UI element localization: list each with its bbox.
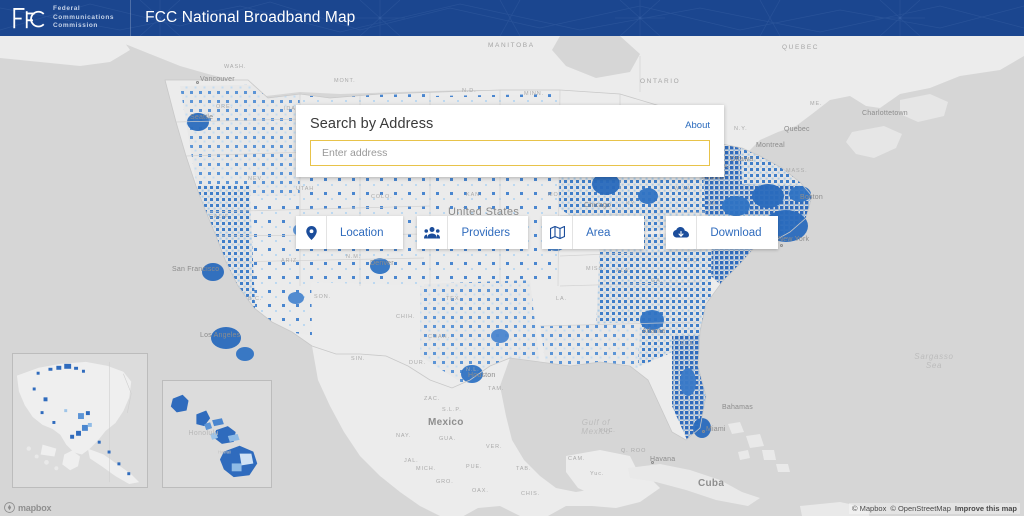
search-by-address-card: Search by Address About xyxy=(296,105,724,177)
broadband-map-app: Federal Communications Commission FCC Na… xyxy=(0,0,1024,516)
area-button-label: Area xyxy=(586,226,611,239)
inset-map-alaska[interactable] xyxy=(12,353,148,488)
fcc-logo-wordmark: Federal Communications Commission xyxy=(53,5,115,30)
mapbox-logo[interactable]: mapbox xyxy=(4,502,52,513)
about-link[interactable]: About xyxy=(685,120,710,131)
providers-button-label: Providers xyxy=(461,226,511,239)
download-button[interactable]: Download xyxy=(666,216,778,249)
mapbox-mark-icon xyxy=(4,502,15,513)
city-dot xyxy=(780,244,783,247)
fcc-logo-icon xyxy=(13,8,45,29)
map-icon xyxy=(542,216,574,249)
map-attribution: © Mapbox © OpenStreetMap Improve this ma… xyxy=(849,503,1020,514)
city-dot xyxy=(702,430,705,433)
city-dot xyxy=(651,461,654,464)
providers-button[interactable]: Providers xyxy=(417,216,529,249)
improve-this-map-link[interactable]: Improve this map xyxy=(955,504,1017,513)
app-header: Federal Communications Commission FCC Na… xyxy=(0,0,1024,36)
map-pin-icon xyxy=(296,216,327,249)
area-button[interactable]: Area xyxy=(542,216,645,249)
attribution-openstreetmap[interactable]: © OpenStreetMap xyxy=(890,504,951,513)
location-button-label: Location xyxy=(340,226,384,239)
location-button[interactable]: Location xyxy=(296,216,404,249)
download-button-label: Download xyxy=(710,226,762,239)
people-icon xyxy=(417,216,449,249)
cloud-download-icon xyxy=(666,216,698,249)
address-search-input[interactable] xyxy=(310,140,710,166)
fcc-logo[interactable]: Federal Communications Commission xyxy=(12,5,114,31)
map-action-buttons: Location Providers Area Download xyxy=(296,216,778,249)
header-divider xyxy=(130,0,132,36)
page-title: FCC National Broadband Map xyxy=(145,9,356,26)
attribution-mapbox[interactable]: © Mapbox xyxy=(852,504,886,513)
city-dot xyxy=(196,81,199,84)
svg-text:Hawaii: Hawaii xyxy=(218,450,231,455)
search-card-title: Search by Address xyxy=(310,116,434,132)
svg-text:Honolulu: Honolulu xyxy=(189,430,219,437)
inset-map-hawaii[interactable]: Honolulu Hawaii xyxy=(162,380,272,488)
mapbox-wordmark: mapbox xyxy=(18,502,52,513)
